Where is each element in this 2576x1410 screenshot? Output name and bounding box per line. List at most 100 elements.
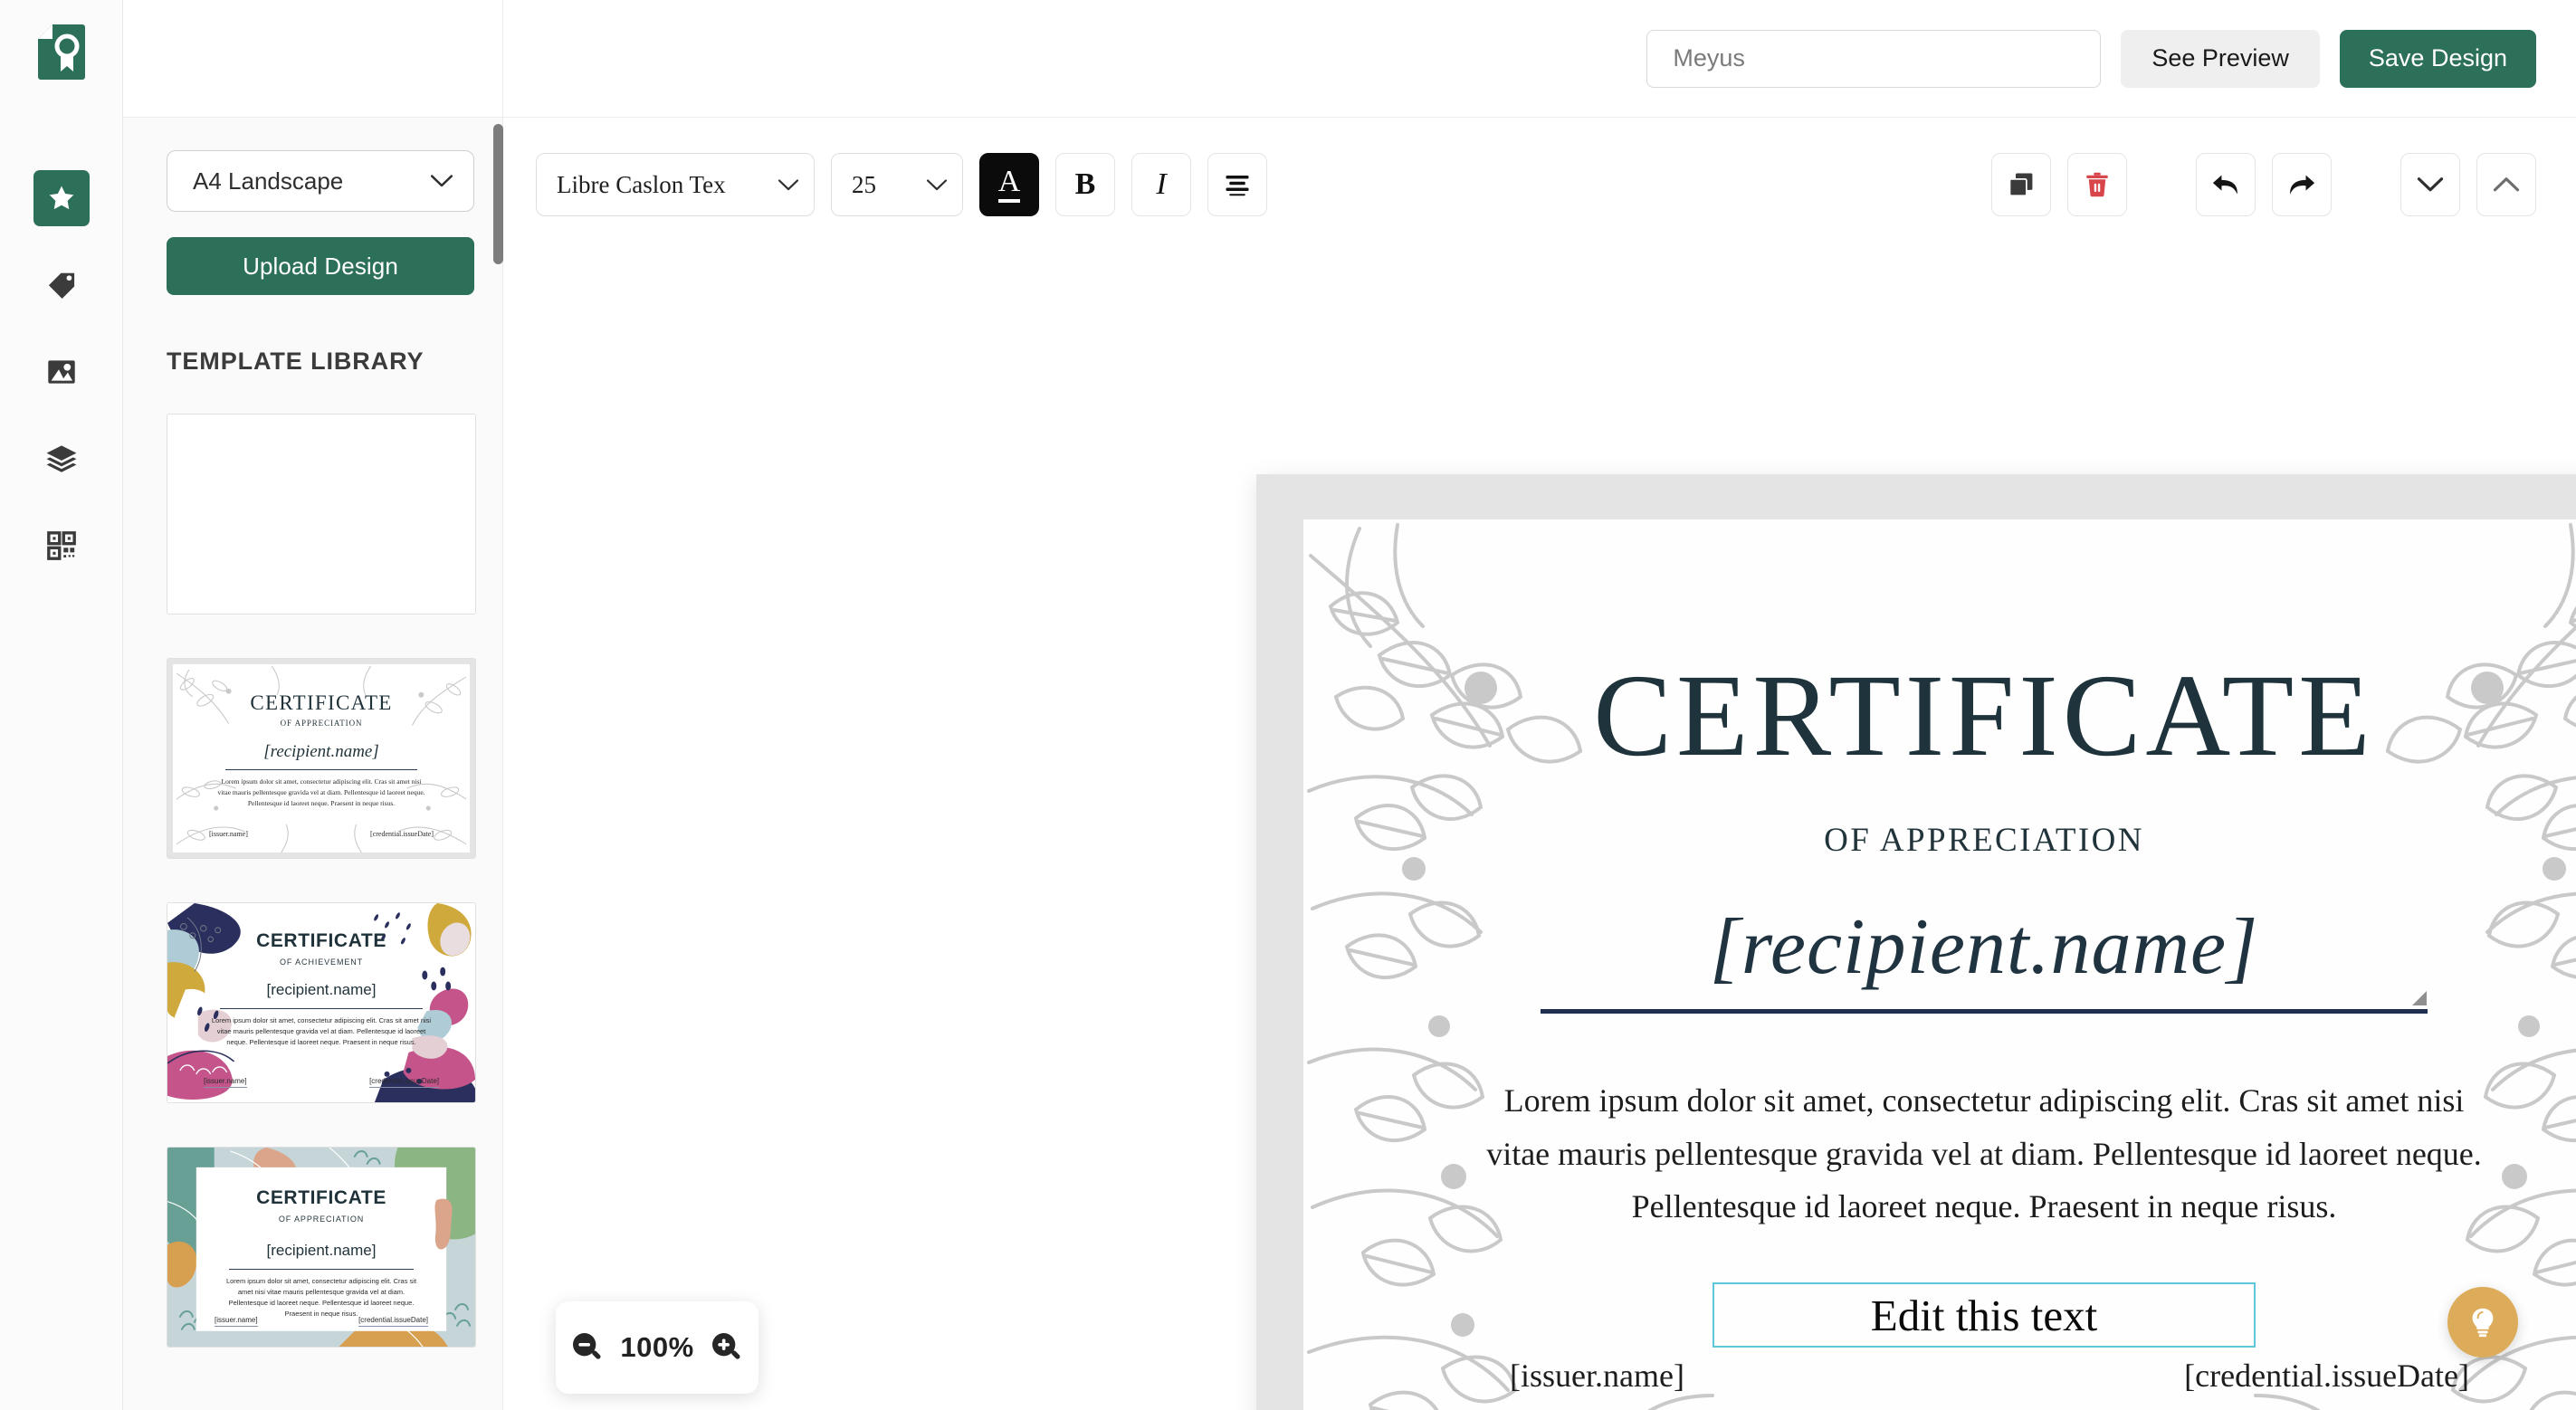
text-color-glyph: A: [997, 167, 1021, 203]
template-preview-content: CERTIFICATE OF APPRECIATION [recipient.n…: [173, 664, 470, 853]
mini-recipient: [recipient.name]: [266, 981, 377, 998]
mini-recipient: [recipient.name]: [263, 742, 379, 761]
template-thumbnail-sage[interactable]: CERTIFICATE OF APPRECIATION [recipient.n…: [167, 1147, 476, 1348]
font-family-value: Libre Caslon Tex: [557, 170, 726, 198]
panel-header-spacer: [123, 0, 502, 118]
font-size-select[interactable]: 25: [831, 153, 963, 216]
mini-footer: [issuer.name] [credential.issueDate]: [204, 1077, 439, 1088]
panel-scrollbar-thumb[interactable]: [493, 124, 503, 264]
certificate-recipient[interactable]: [recipient.name]: [1303, 901, 2576, 993]
zoom-in-icon: [711, 1333, 740, 1359]
icon-rail: [0, 0, 123, 1410]
template-library-title: TEMPLATE LIBRARY: [167, 348, 425, 375]
see-preview-button[interactable]: See Preview: [2121, 29, 2320, 88]
template-thumbnail-abstract[interactable]: CERTIFICATE OF ACHIEVEMENT [recipient.na…: [167, 902, 476, 1103]
template-preview-content: CERTIFICATE OF APPRECIATION [recipient.n…: [167, 1148, 475, 1347]
mini-subtitle: OF ACHIEVEMENT: [279, 957, 364, 967]
mini-issuer: [issuer.name]: [204, 1077, 247, 1088]
bring-forward-button[interactable]: [2476, 153, 2536, 216]
zoom-out-icon: [573, 1333, 601, 1359]
mini-body: Lorem ipsum dolor sit amet, consectetur …: [217, 777, 425, 807]
certificate-document-icon: [37, 24, 85, 80]
selected-text-value: Edit this text: [1870, 1290, 2098, 1340]
mini-issue-date: [credential.issueDate]: [369, 1077, 439, 1088]
mini-rule: [225, 769, 417, 770]
undo-button[interactable]: [2196, 153, 2256, 216]
font-family-select[interactable]: Libre Caslon Tex: [536, 153, 815, 216]
canvas-frame: CERTIFICATE OF APPRECIATION [recipient.n…: [1256, 474, 2576, 1410]
certificate-subtitle[interactable]: OF APPRECIATION: [1303, 821, 2576, 860]
save-design-button[interactable]: Save Design: [2339, 29, 2536, 88]
canvas-stage: CERTIFICATE OF APPRECIATION [recipient.n…: [503, 252, 2576, 1410]
image-icon: [47, 360, 75, 384]
sidebar-item-qr-code[interactable]: [33, 518, 90, 574]
duplicate-icon: [2008, 173, 2033, 197]
mini-body: Lorem ipsum dolor sit amet, consectetur …: [225, 1277, 417, 1318]
mini-footer: [issuer.name] [credential.issueDate]: [215, 1316, 428, 1327]
chevron-down-icon: [926, 178, 948, 190]
bold-button[interactable]: B: [1055, 153, 1115, 216]
template-thumbnail-list: CERTIFICATE OF APPRECIATION [recipient.n…: [167, 414, 476, 1348]
layers-icon: [46, 445, 76, 472]
certificate-underline[interactable]: [1541, 1009, 2428, 1014]
template-thumbnail-botanical[interactable]: CERTIFICATE OF APPRECIATION [recipient.n…: [167, 658, 476, 859]
align-center-icon: [1226, 176, 1249, 196]
panel-body: A4 Landscape Upload Design TEMPLATE LIBR…: [123, 118, 502, 1348]
sidebar-item-templates[interactable]: [33, 170, 90, 226]
template-thumbnail-blank[interactable]: [167, 414, 476, 614]
mini-issuer: [issuer.name]: [209, 830, 248, 838]
editor-toolbar: Libre Caslon Tex 25 A B I: [503, 118, 2576, 252]
italic-glyph: I: [1156, 167, 1167, 201]
mini-issuer: [issuer.name]: [215, 1316, 258, 1327]
zoom-control: 100%: [556, 1301, 758, 1394]
certificate-issuer[interactable]: [issuer.name]: [1510, 1357, 1684, 1395]
page-size-value: A4 Landscape: [193, 167, 344, 195]
chevron-down-icon: [430, 175, 453, 187]
resize-handle-icon[interactable]: [2409, 990, 2428, 1006]
sidebar-item-text-fields[interactable]: [33, 257, 90, 313]
mini-rule: [220, 1008, 423, 1009]
send-backward-button[interactable]: [2400, 153, 2460, 216]
chevron-down-icon: [2417, 177, 2444, 192]
star-icon: [49, 186, 73, 210]
certificate-body-text[interactable]: Lorem ipsum dolor sit amet, consectetur …: [1484, 1074, 2484, 1234]
delete-button[interactable]: [2067, 153, 2127, 216]
certificate-designer-app: A4 Landscape Upload Design TEMPLATE LIBR…: [0, 0, 2576, 1410]
text-align-button[interactable]: [1207, 153, 1267, 216]
chevron-down-icon: [778, 178, 799, 190]
zoom-level-value: 100%: [620, 1331, 694, 1363]
lightbulb-icon: [2472, 1308, 2494, 1338]
upload-design-button[interactable]: Upload Design: [167, 237, 474, 295]
zoom-in-button[interactable]: [709, 1329, 745, 1366]
tag-icon: [48, 272, 74, 299]
bold-glyph: B: [1074, 167, 1096, 201]
qr-code-icon: [46, 531, 76, 560]
z-order-group: [2400, 153, 2536, 216]
template-preview-content: CERTIFICATE OF ACHIEVEMENT [recipient.na…: [167, 903, 475, 1102]
text-color-button[interactable]: A: [979, 153, 1039, 216]
mini-issue-date: [credential.issueDate]: [370, 830, 434, 838]
mini-title: CERTIFICATE: [256, 930, 386, 951]
sidebar-item-layers[interactable]: [33, 431, 90, 487]
italic-button[interactable]: I: [1131, 153, 1191, 216]
design-name-input[interactable]: [1646, 29, 2102, 88]
object-actions-group: [1991, 153, 2127, 216]
mini-title: CERTIFICATE: [250, 691, 393, 714]
history-group: [2196, 153, 2332, 216]
selected-text-box[interactable]: Edit this text: [1713, 1282, 2256, 1348]
zoom-out-button[interactable]: [569, 1329, 606, 1366]
redo-icon: [2290, 175, 2315, 195]
top-bar: See Preview Save Design: [503, 0, 2576, 118]
certificate-issue-date[interactable]: [credential.issueDate]: [2184, 1357, 2469, 1395]
app-logo[interactable]: [33, 20, 90, 83]
certificate-title[interactable]: CERTIFICATE: [1303, 657, 2576, 775]
sidebar-item-images[interactable]: [33, 344, 90, 400]
duplicate-button[interactable]: [1991, 153, 2051, 216]
trash-icon: [2086, 172, 2108, 197]
help-tips-button[interactable]: [2447, 1287, 2518, 1358]
mini-rule: [229, 1269, 414, 1270]
redo-button[interactable]: [2272, 153, 2332, 216]
page-size-select[interactable]: A4 Landscape: [167, 150, 474, 212]
font-size-value: 25: [852, 170, 876, 198]
certificate-canvas[interactable]: CERTIFICATE OF APPRECIATION [recipient.n…: [1303, 519, 2576, 1410]
